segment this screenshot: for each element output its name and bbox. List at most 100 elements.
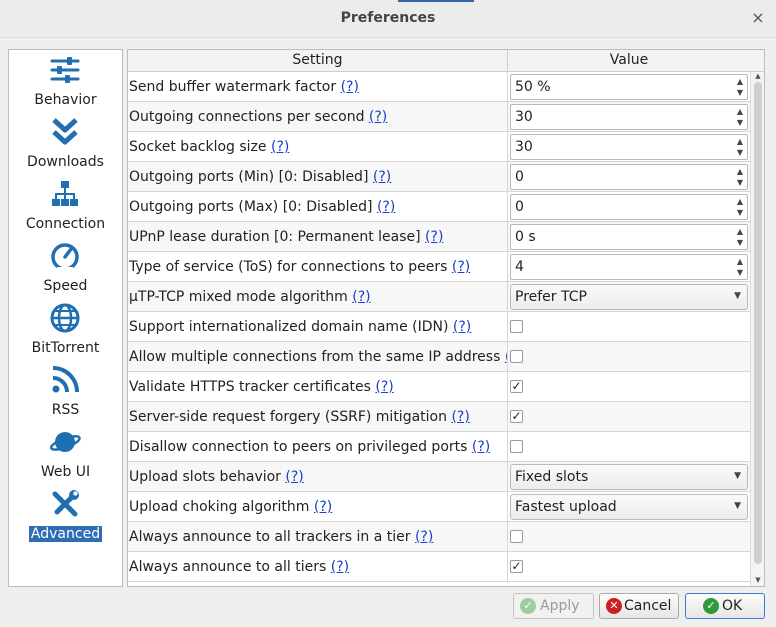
table-row: Upload choking algorithm (?) Fastest uplo… [128, 492, 750, 522]
decrement-arrow-icon[interactable]: ▼ [734, 147, 746, 158]
value-checkbox[interactable] [510, 320, 523, 333]
value-checkbox[interactable]: ✓ [510, 380, 523, 393]
value-dropdown[interactable]: Prefer TCP ▼ [510, 284, 748, 310]
value-spinbox[interactable]: 50 % ▲ ▼ [510, 74, 748, 100]
sidebar-item-behavior[interactable]: Behavior [9, 52, 122, 114]
value-checkbox[interactable]: ✓ [510, 410, 523, 423]
table-row: Outgoing ports (Min) [0: Disabled] (?) 0 ▲… [128, 162, 750, 192]
setting-label: Upload choking algorithm [129, 499, 310, 515]
spinbox-arrows[interactable]: ▲ ▼ [734, 166, 746, 188]
scrollbar-thumb[interactable] [754, 82, 762, 564]
increment-arrow-icon[interactable]: ▲ [734, 256, 746, 267]
help-link[interactable]: (?) [377, 199, 395, 215]
sidebar-item-speed[interactable]: Speed [9, 238, 122, 300]
spinbox-arrows[interactable]: ▲ ▼ [734, 226, 746, 248]
help-link[interactable]: (?) [369, 109, 387, 125]
help-link[interactable]: (?) [452, 259, 470, 275]
setting-label: Validate HTTPS tracker certificates [129, 379, 371, 395]
window-title: Preferences [340, 10, 436, 26]
value-cell: 50 % ▲ ▼ [508, 72, 750, 102]
value-cell [508, 432, 750, 462]
help-link[interactable]: (?) [415, 529, 433, 545]
sidebar-item-label-text: Advanced [28, 526, 103, 542]
help-link[interactable]: (?) [375, 379, 393, 395]
setting-cell: Outgoing connections per second (?) [128, 102, 508, 132]
value-spinbox[interactable]: 0 ▲ ▼ [510, 194, 748, 220]
sidebar-item-bittorrent[interactable]: BitTorrent [9, 300, 122, 362]
table-row: Disallow connection to peers on privileg… [128, 432, 750, 462]
dropdown-selected-value: Prefer TCP [515, 289, 587, 305]
value-spinbox[interactable]: 0 ▲ ▼ [510, 164, 748, 190]
tools-icon [52, 490, 79, 517]
vertical-scrollbar[interactable]: ▲ ▼ [750, 72, 764, 586]
column-header-value[interactable]: Value [508, 52, 750, 68]
decrement-arrow-icon[interactable]: ▼ [734, 207, 746, 218]
setting-label: Type of service (ToS) for connections to… [129, 259, 448, 275]
value-spinbox[interactable]: 30 ▲ ▼ [510, 104, 748, 130]
setting-cell: µTP-TCP mixed mode algorithm (?) [128, 282, 508, 312]
table-row: UPnP lease duration [0: Permanent lease]… [128, 222, 750, 252]
increment-arrow-icon[interactable]: ▲ [734, 136, 746, 147]
increment-arrow-icon[interactable]: ▲ [734, 166, 746, 177]
sidebar-item-webui[interactable]: Web UI [9, 424, 122, 486]
preferences-window: Preferences × Behavior Downloads Connect… [0, 0, 776, 627]
sidebar-item-connection[interactable]: Connection [9, 176, 122, 238]
help-link[interactable]: (?) [341, 79, 359, 95]
increment-arrow-icon[interactable]: ▲ [734, 106, 746, 117]
sidebar-item-advanced[interactable]: Advanced [9, 486, 122, 548]
value-cell: 4 ▲ ▼ [508, 252, 750, 282]
increment-arrow-icon[interactable]: ▲ [734, 196, 746, 207]
titlebar-accent [398, 0, 474, 2]
help-link[interactable]: (?) [352, 289, 370, 305]
setting-label: Outgoing ports (Max) [0: Disabled] [129, 199, 373, 215]
help-link[interactable]: (?) [271, 139, 289, 155]
decrement-arrow-icon[interactable]: ▼ [734, 87, 746, 98]
column-header-setting[interactable]: Setting [128, 52, 507, 68]
dropdown-selected-value: Fixed slots [515, 469, 589, 485]
increment-arrow-icon[interactable]: ▲ [734, 226, 746, 237]
close-icon[interactable]: × [750, 9, 766, 27]
help-link[interactable]: (?) [331, 559, 349, 575]
help-link[interactable]: (?) [285, 469, 303, 485]
value-checkbox[interactable] [510, 350, 523, 363]
value-dropdown[interactable]: Fastest upload ▼ [510, 494, 748, 520]
table-row: Socket backlog size (?) 30 ▲ ▼ [128, 132, 750, 162]
network-icon [52, 181, 78, 206]
decrement-arrow-icon[interactable]: ▼ [734, 267, 746, 278]
value-dropdown[interactable]: Fixed slots ▼ [510, 464, 748, 490]
cancel-icon: ✕ [606, 598, 622, 614]
apply-button[interactable]: ✓ Apply [513, 593, 594, 619]
value-checkbox[interactable]: ✓ [510, 560, 523, 573]
sidebar-item-downloads[interactable]: Downloads [9, 114, 122, 176]
value-checkbox[interactable] [510, 440, 523, 453]
spinbox-arrows[interactable]: ▲ ▼ [734, 256, 746, 278]
dropdown-arrow-icon: ▼ [734, 501, 741, 511]
scroll-up-icon[interactable]: ▲ [752, 72, 764, 82]
decrement-arrow-icon[interactable]: ▼ [734, 117, 746, 128]
cancel-button[interactable]: ✕ Cancel [599, 593, 679, 619]
help-link[interactable]: (?) [425, 229, 443, 245]
spinbox-arrows[interactable]: ▲ ▼ [734, 76, 746, 98]
help-link[interactable]: (?) [451, 409, 469, 425]
decrement-arrow-icon[interactable]: ▼ [734, 237, 746, 248]
help-link[interactable]: (?) [472, 439, 490, 455]
value-spinbox[interactable]: 0 s ▲ ▼ [510, 224, 748, 250]
spinbox-arrows[interactable]: ▲ ▼ [734, 136, 746, 158]
spinbox-arrows[interactable]: ▲ ▼ [734, 196, 746, 218]
ok-button[interactable]: ✓ OK [685, 593, 765, 619]
scroll-down-icon[interactable]: ▼ [752, 576, 764, 586]
table-row: Validate HTTPS tracker certificates (?) ✓ [128, 372, 750, 402]
setting-cell: Type of service (ToS) for connections to… [128, 252, 508, 282]
value-checkbox[interactable] [510, 530, 523, 543]
table-row: Support internationalized domain name (I… [128, 312, 750, 342]
title-bar: Preferences × [0, 0, 776, 38]
help-link[interactable]: (?) [453, 319, 471, 335]
value-spinbox[interactable]: 4 ▲ ▼ [510, 254, 748, 280]
sidebar-item-rss[interactable]: RSS [9, 362, 122, 424]
decrement-arrow-icon[interactable]: ▼ [734, 177, 746, 188]
help-link[interactable]: (?) [314, 499, 332, 515]
spinbox-arrows[interactable]: ▲ ▼ [734, 106, 746, 128]
increment-arrow-icon[interactable]: ▲ [734, 76, 746, 87]
value-spinbox[interactable]: 30 ▲ ▼ [510, 134, 748, 160]
help-link[interactable]: (?) [373, 169, 391, 185]
